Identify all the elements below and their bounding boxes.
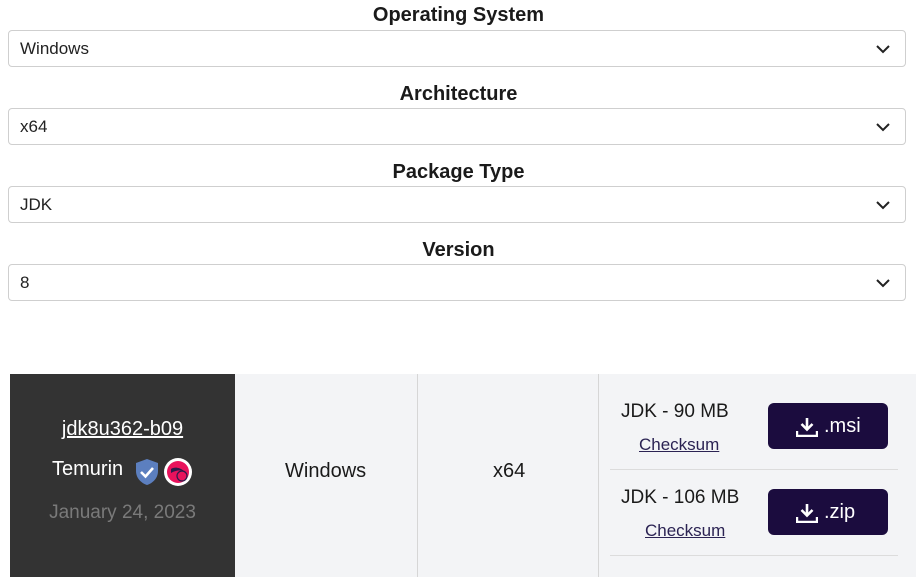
- os-select-value: Windows: [20, 39, 89, 58]
- checksum-link[interactable]: Checksum: [645, 521, 725, 541]
- download-msi-label: .msi: [824, 415, 861, 437]
- chevron-down-icon: [876, 123, 890, 132]
- chevron-down-icon: [876, 45, 890, 54]
- package-separator: [610, 469, 898, 470]
- release-arch: x64: [493, 460, 526, 482]
- download-icon: [796, 418, 818, 437]
- os-select[interactable]: Windows: [8, 30, 906, 67]
- package-size: JDK - 90 MB: [621, 401, 729, 422]
- shield-check-icon: [136, 459, 158, 485]
- checksum-link[interactable]: Checksum: [639, 435, 719, 455]
- release-name-link[interactable]: jdk8u362-b09: [10, 418, 235, 441]
- download-zip-button[interactable]: .zip: [768, 489, 888, 535]
- column-divider: [417, 374, 418, 577]
- filter-version-label: Version: [422, 239, 495, 261]
- version-select[interactable]: 8: [8, 264, 906, 301]
- chevron-down-icon: [876, 201, 890, 210]
- download-msi-button[interactable]: .msi: [768, 403, 888, 449]
- package-type-select[interactable]: JDK: [8, 186, 906, 223]
- eclipse-temurin-logo: [164, 458, 192, 486]
- column-divider: [598, 374, 599, 577]
- package-separator: [610, 555, 898, 556]
- release-os: Windows: [285, 460, 367, 482]
- filter-arch-label: Architecture: [399, 83, 518, 105]
- download-zip-label: .zip: [824, 501, 856, 523]
- chevron-down-icon: [876, 279, 890, 288]
- release-info-column: jdk8u362-b09 Temurin January 24, 2023: [10, 374, 235, 577]
- version-select-value: 8: [20, 273, 30, 292]
- release-date: January 24, 2023: [49, 502, 196, 523]
- vendor-name: Temurin: [52, 458, 124, 480]
- arch-select-value: x64: [20, 117, 48, 136]
- package-size: JDK - 106 MB: [621, 487, 740, 508]
- filter-package-type-label: Package Type: [392, 161, 525, 183]
- arch-select[interactable]: x64: [8, 108, 906, 145]
- package-type-select-value: JDK: [20, 195, 53, 214]
- download-icon: [796, 504, 818, 523]
- release-row: jdk8u362-b09 Temurin January 24, 2023 Wi…: [10, 374, 916, 577]
- filter-os-label: Operating System: [372, 4, 545, 26]
